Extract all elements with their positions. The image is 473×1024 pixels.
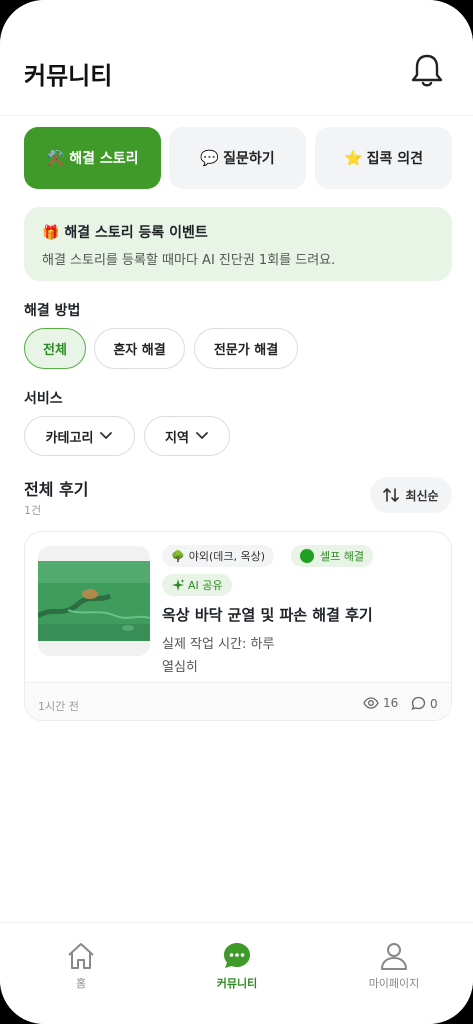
- method-tag: 셀프 해결: [291, 545, 373, 567]
- dropdown-label: 카테고리: [45, 430, 94, 446]
- tab-label: 홈: [75, 977, 87, 990]
- person-icon: [381, 943, 407, 970]
- method-filter-label: 해결 방법: [24, 303, 81, 319]
- bottom-tab-bar: 홈 커뮤니티 마이페이지: [0, 922, 473, 1024]
- tab-community[interactable]: 커뮤니티: [177, 941, 297, 991]
- post-time: 1시간 전: [38, 700, 79, 713]
- green-dot-icon: [300, 549, 314, 563]
- view-count: 16: [363, 696, 398, 710]
- tab-opinions[interactable]: ⭐ 집콕 의견: [315, 127, 452, 189]
- post-detail-line: 실제 작업 시간: 하루: [162, 637, 275, 652]
- tab-label: 해결 스토리: [69, 151, 139, 167]
- filter-chip-all[interactable]: 전체: [24, 328, 86, 369]
- home-icon: [68, 943, 94, 969]
- star-icon: ⭐: [343, 149, 363, 167]
- list-count: 1건: [24, 504, 42, 517]
- post-detail-line: 열심히: [162, 660, 198, 675]
- banner-title: 🎁 해결 스토리 등록 이벤트: [42, 225, 208, 241]
- filter-chip-self[interactable]: 혼자 해결: [94, 328, 185, 369]
- service-filter-label: 서비스: [24, 391, 63, 407]
- speech-bubble-icon: 💬: [200, 149, 220, 167]
- tab-questions[interactable]: 💬 질문하기: [169, 127, 306, 189]
- chevron-down-icon: [196, 432, 208, 439]
- sort-button[interactable]: 최신순: [370, 477, 452, 513]
- tab-home[interactable]: 홈: [21, 941, 141, 991]
- gift-icon: 🎁: [42, 225, 60, 241]
- post-title: 옥상 바닥 균열 및 파손 해결 후기: [162, 606, 373, 624]
- post-card[interactable]: 🌳 야외(데크, 옥상) 셀프 해결 AI 공유 옥상 바닥 균열 및 파손 해…: [24, 531, 452, 721]
- list-title: 전체 후기: [24, 480, 89, 499]
- dropdown-label: 지역: [165, 430, 189, 446]
- location-tag: 🌳 야외(데크, 옥상): [162, 545, 274, 567]
- post-footer: 1시간 전 16 0: [25, 682, 451, 720]
- tab-label: 커뮤니티: [216, 977, 258, 990]
- sparkle-icon: [172, 579, 185, 591]
- tab-label: 질문하기: [223, 151, 275, 167]
- tree-icon: 🌳: [171, 549, 185, 563]
- sort-label: 최신순: [405, 488, 439, 503]
- eye-icon: [363, 697, 379, 709]
- comment-count: 0: [411, 696, 438, 711]
- tab-solution-story[interactable]: ⚒️ 해결 스토리: [24, 127, 161, 189]
- category-dropdown[interactable]: 카테고리: [24, 416, 135, 456]
- tab-label: 집콕 의견: [366, 151, 424, 167]
- page-title: 커뮤니티: [24, 62, 113, 90]
- filter-chip-expert[interactable]: 전문가 해결: [194, 328, 298, 369]
- app-header: 커뮤니티: [0, 0, 473, 116]
- bell-icon[interactable]: [410, 52, 444, 88]
- region-dropdown[interactable]: 지역: [144, 416, 230, 456]
- tab-mypage[interactable]: 마이페이지: [334, 941, 454, 991]
- ai-share-tag: AI 공유: [162, 574, 232, 596]
- tools-icon: ⚒️: [46, 149, 66, 167]
- comment-icon: [411, 696, 426, 711]
- phone-screen: 커뮤니티 ⚒️ 해결 스토리 💬 질문하기 ⭐ 집콕 의견 🎁 해결 스토리 등…: [0, 0, 473, 1024]
- event-banner[interactable]: 🎁 해결 스토리 등록 이벤트 해결 스토리를 등록할 때마다 AI 진단권 1…: [24, 207, 452, 281]
- banner-description: 해결 스토리를 등록할 때마다 AI 진단권 1회를 드려요.: [42, 253, 336, 268]
- sort-arrows-icon: [383, 488, 400, 502]
- chevron-down-icon: [100, 432, 113, 439]
- tab-label: 마이페이지: [368, 977, 420, 990]
- chat-bubble-icon: [224, 943, 250, 968]
- post-thumbnail: [38, 546, 150, 656]
